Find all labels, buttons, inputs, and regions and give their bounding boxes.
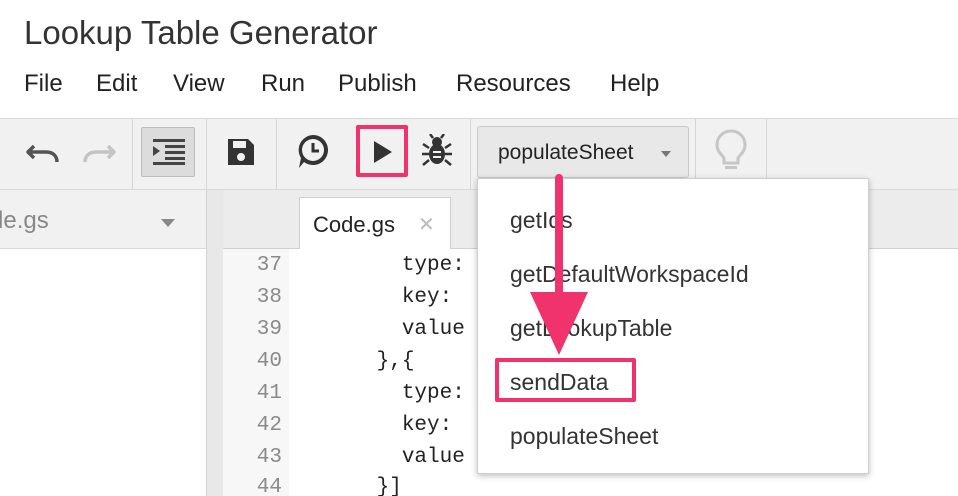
line-number: 44 xyxy=(256,476,282,496)
code-text: key: xyxy=(301,286,453,309)
code-text: value xyxy=(301,318,465,341)
code-text: type: xyxy=(301,254,465,277)
line-number: 43 xyxy=(256,446,282,469)
redo-icon[interactable] xyxy=(80,138,116,168)
file-panel-header[interactable]: de.gs xyxy=(0,190,206,249)
chevron-down-icon xyxy=(661,151,671,157)
tab-label: Code.gs xyxy=(313,212,395,237)
triggers-clock-icon[interactable] xyxy=(295,133,331,171)
run-icon[interactable] xyxy=(372,140,394,164)
menu-file[interactable]: File xyxy=(24,70,63,98)
dropdown-item-populatesheet[interactable]: populateSheet xyxy=(510,423,658,450)
code-line: 44 }] xyxy=(223,476,958,496)
line-number: 40 xyxy=(256,350,282,373)
dropdown-item-getdefaultworkspaceid[interactable]: getDefaultWorkspaceId xyxy=(510,261,749,288)
menu-resources[interactable]: Resources xyxy=(456,70,571,98)
code-text: }] xyxy=(301,476,402,496)
line-number: 38 xyxy=(256,286,282,309)
undo-icon[interactable] xyxy=(26,138,62,168)
file-panel-current-file: de.gs xyxy=(0,207,49,234)
save-icon[interactable] xyxy=(226,137,256,167)
line-number: 37 xyxy=(256,254,282,277)
code-text: },{ xyxy=(301,350,415,373)
code-text: type: xyxy=(301,382,465,405)
line-number: 39 xyxy=(256,318,282,341)
menu-view[interactable]: View xyxy=(173,70,225,98)
file-panel: de.gs xyxy=(0,190,206,496)
code-text: value xyxy=(301,446,465,469)
panel-splitter[interactable] xyxy=(206,190,224,496)
toolbar-divider xyxy=(132,119,133,189)
toolbar-divider xyxy=(470,119,471,189)
line-number: 41 xyxy=(256,382,282,405)
tab-code-gs[interactable]: Code.gs ✕ xyxy=(299,197,451,249)
code-text: key: xyxy=(301,414,453,437)
chevron-down-icon xyxy=(161,219,175,227)
menu-edit[interactable]: Edit xyxy=(96,70,137,98)
indent-icon xyxy=(153,139,185,165)
indent-button[interactable] xyxy=(141,127,195,177)
lightbulb-icon[interactable] xyxy=(714,128,748,172)
toolbar-divider xyxy=(276,119,277,189)
menu-publish[interactable]: Publish xyxy=(338,70,417,98)
dropdown-item-getids[interactable]: getIds xyxy=(510,207,573,234)
function-select-value: populateSheet xyxy=(498,141,634,164)
menu-help[interactable]: Help xyxy=(610,70,659,98)
line-number: 42 xyxy=(256,414,282,437)
dropdown-item-getlookuptable[interactable]: getLookupTable xyxy=(510,315,672,342)
app-title: Lookup Table Generator xyxy=(24,14,378,51)
menu-run[interactable]: Run xyxy=(261,70,305,98)
debug-bug-icon[interactable] xyxy=(421,134,453,168)
close-icon[interactable]: ✕ xyxy=(418,212,435,237)
function-select[interactable]: populateSheet xyxy=(477,126,689,178)
toolbar-divider xyxy=(206,119,207,189)
function-dropdown-menu: getIds getDefaultWorkspaceId getLookupTa… xyxy=(477,178,869,474)
senddata-highlight xyxy=(495,358,636,402)
